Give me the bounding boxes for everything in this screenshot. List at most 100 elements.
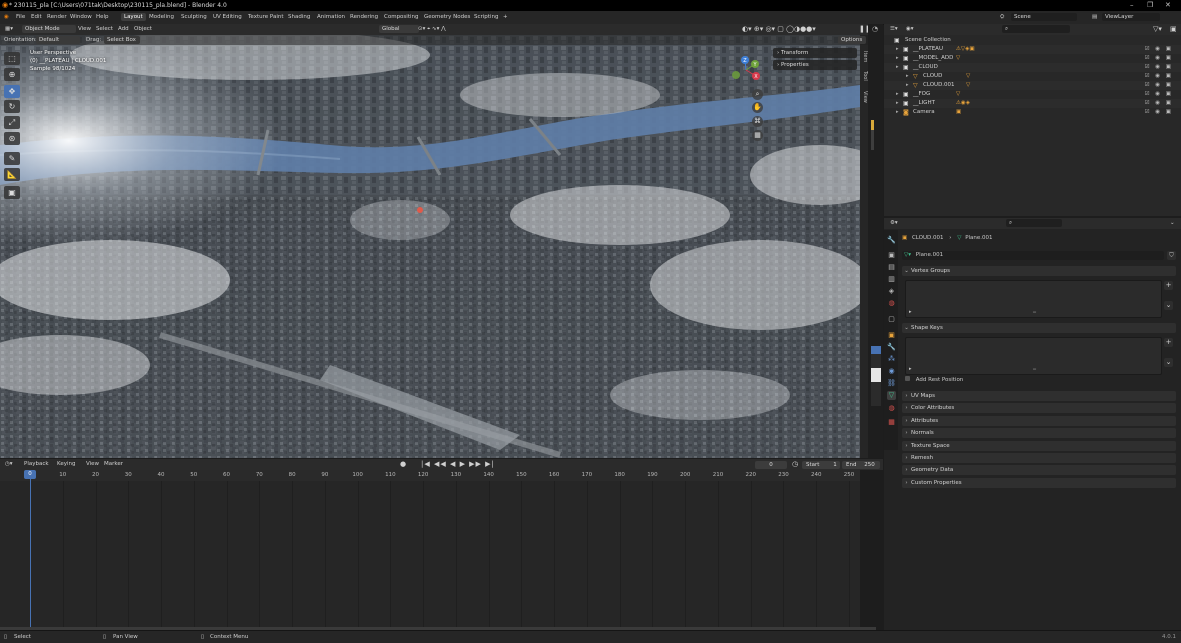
expand-chevron-icon[interactable]: ▸ (896, 46, 899, 52)
panel-normals[interactable]: › Normals (902, 428, 1176, 439)
tab-shading[interactable]: Shading (288, 14, 310, 20)
timeline-ruler[interactable]: 0 10 20 30 40 50 60 70 80 90 100 110 120 130 140 150 160… (0, 470, 860, 481)
menu-timeline-view[interactable]: View (86, 461, 99, 467)
shape-key-menu-button[interactable]: ⌄ (1164, 358, 1173, 367)
blender-menu-icon[interactable]: ◉ (4, 14, 9, 20)
add-workspace-icon[interactable]: + (503, 14, 508, 20)
output-tab-icon[interactable]: ▤ (887, 263, 896, 272)
shape-key-add-button[interactable]: + (1164, 338, 1173, 347)
outliner-row[interactable]: ▸ ▽ CLOUD.001 ▽ ☑ ◉ ▣ (884, 81, 1181, 90)
tab-scripting[interactable]: Scripting (474, 14, 498, 20)
add-rest-position-checkbox[interactable] (905, 376, 910, 381)
physics-tab-icon[interactable]: ◉ (887, 367, 896, 376)
panel-remesh[interactable]: › Remesh (902, 453, 1176, 463)
scene-tab-icon[interactable]: ◈ (887, 287, 896, 296)
expand-chevron-icon[interactable]: ▸ (906, 73, 909, 79)
maximize-icon[interactable]: ❐ (1147, 1, 1153, 9)
tab-modeling[interactable]: Modeling (149, 14, 174, 20)
tab-compositing[interactable]: Compositing (384, 14, 418, 20)
menu-file[interactable]: File (16, 14, 25, 20)
outliner-search-input[interactable]: ⌕ (1002, 25, 1070, 33)
panel-geometry-data[interactable]: › Geometry Data (902, 465, 1176, 476)
camera-view-icon[interactable]: ⌘ (752, 116, 763, 127)
visibility-toggles[interactable]: ☑ ◉ ▣ (1145, 73, 1173, 79)
list-resize-handle[interactable]: ═ (1033, 310, 1036, 316)
menu-marker[interactable]: Marker (104, 461, 123, 467)
fake-user-shield-icon[interactable]: ⛉ (1167, 251, 1176, 260)
outliner-row[interactable]: ▸ ▣ __CLOUD ☑ ◉ ▣ (884, 63, 1181, 72)
texture-tab-icon[interactable]: ▦ (887, 418, 896, 427)
scene-selector[interactable]: Scene (1011, 13, 1077, 21)
pivot-snap-icons[interactable]: ⊙▾ ⌖ ∿▾ ⋀ (418, 26, 446, 33)
list-expand-icon[interactable]: ▸ (909, 309, 912, 315)
move-tool-icon[interactable]: ✥ (4, 85, 20, 98)
menu-playback[interactable]: Playback (24, 461, 49, 467)
perspective-toggle-icon[interactable]: ▦ (752, 130, 763, 141)
expand-chevron-icon[interactable]: ▸ (896, 64, 899, 70)
npanel-transform[interactable]: › Transform (773, 48, 857, 58)
outliner-editor-icon[interactable]: ☰▾ (890, 26, 898, 32)
display-mode-icon[interactable]: ◉▾ (906, 26, 914, 32)
visibility-toggles[interactable]: ☑ ◉ ▣ (1145, 46, 1173, 52)
tab-item[interactable]: Item (860, 51, 868, 62)
tab-animation[interactable]: Animation (317, 14, 345, 20)
particles-tab-icon[interactable]: ⁂ (887, 355, 896, 364)
panel-shape-keys[interactable]: ⌄ Shape Keys (902, 323, 1176, 333)
outliner-scene-collection[interactable]: ▣ Scene Collection (884, 36, 1181, 45)
modifier-tab-icon[interactable]: 🔧 (887, 343, 896, 352)
rotate-tool-icon[interactable]: ↻ (4, 100, 20, 113)
pan-hand-icon[interactable]: ✋ (752, 102, 763, 113)
end-frame-field[interactable]: End 250 (842, 461, 880, 469)
add-cube-tool-icon[interactable]: ▣ (4, 186, 20, 199)
playhead-frame[interactable]: 0 (24, 470, 36, 479)
menu-help[interactable]: Help (96, 14, 109, 20)
tool-tab-icon[interactable]: 🔧 (887, 236, 896, 245)
pin-icon[interactable]: ⌄ (1170, 220, 1175, 226)
menu-window[interactable]: Window (70, 14, 92, 20)
object-tab-icon[interactable]: ▣ (887, 331, 896, 340)
visibility-toggles[interactable]: ☑ ◉ ▣ (1145, 82, 1173, 88)
add-rest-position-row[interactable]: Add Rest Position (905, 376, 963, 385)
panel-attributes[interactable]: › Attributes (902, 415, 1176, 426)
world-tab-icon[interactable]: ◍ (887, 299, 896, 308)
menu-add[interactable]: Add (118, 26, 129, 32)
render-tab-icon[interactable]: ▣ (887, 251, 896, 260)
menu-select[interactable]: Select (96, 26, 113, 32)
3d-viewport[interactable]: User Perspective (0) __PLATEAU | CLOUD.0… (0, 35, 860, 458)
shape-list-resize-handle[interactable]: ═ (1033, 367, 1036, 373)
tab-rendering[interactable]: Rendering (350, 14, 378, 20)
expand-chevron-icon[interactable]: ▸ (906, 82, 909, 88)
measure-tool-icon[interactable]: 📐 (4, 168, 20, 181)
shape-list-expand-icon[interactable]: ▸ (909, 366, 912, 372)
shape-keys-list[interactable]: ▸ ═ (905, 337, 1162, 375)
panel-uv-maps[interactable]: › UV Maps (902, 391, 1176, 401)
outliner-row[interactable]: ▸ ▣ __LIGHT ⚠◉◈ ☑ ◉ ▣ (884, 99, 1181, 108)
visibility-toggles[interactable]: ☑ ◉ ▣ (1145, 64, 1173, 70)
tab-sculpting[interactable]: Sculpting (181, 14, 207, 20)
close-icon[interactable]: ✕ (1165, 1, 1171, 9)
visibility-toggles[interactable]: ☑ ◉ ▣ (1145, 91, 1173, 97)
start-frame-field[interactable]: Start 1 (802, 461, 840, 469)
view-layer-selector[interactable]: ViewLayer (1102, 13, 1160, 21)
orientation-selector[interactable]: Default (36, 36, 80, 44)
menu-edit[interactable]: Edit (31, 14, 42, 20)
cursor-tool-icon[interactable]: ⊕ (4, 68, 20, 81)
tab-tool[interactable]: Tool (860, 71, 868, 81)
expand-chevron-icon[interactable]: ▸ (896, 55, 899, 61)
panel-vertex-groups[interactable]: ⌄ Vertex Groups (902, 266, 1176, 276)
viewport-shading-icons[interactable]: ◐▾ ⊕▾ ◎▾ ▢ ◯◑●●▾ (742, 25, 816, 33)
render-preview-icon[interactable]: ◔ (872, 25, 878, 33)
options-button[interactable]: Options (838, 36, 866, 44)
vertex-groups-list[interactable]: ▸ ═ (905, 280, 1162, 318)
collection-tab-icon[interactable]: ▢ (887, 315, 896, 324)
tab-uv-editing[interactable]: UV Editing (213, 14, 242, 20)
tab-view[interactable]: View (860, 91, 868, 103)
properties-search-input[interactable]: ⌕ (1006, 219, 1062, 227)
menu-keying[interactable]: Keying (57, 461, 75, 467)
expand-chevron-icon[interactable]: ▸ (896, 100, 899, 106)
drag-selector[interactable]: Select Box (104, 36, 140, 44)
tab-geometry-nodes[interactable]: Geometry Nodes (424, 14, 470, 20)
preview-range-icon[interactable]: ◷ (792, 460, 798, 468)
outliner-row[interactable]: ▸ ▣ __MODEL_ADD ▽ ☑ ◉ ▣ (884, 54, 1181, 63)
minimize-icon[interactable]: – (1130, 1, 1134, 9)
